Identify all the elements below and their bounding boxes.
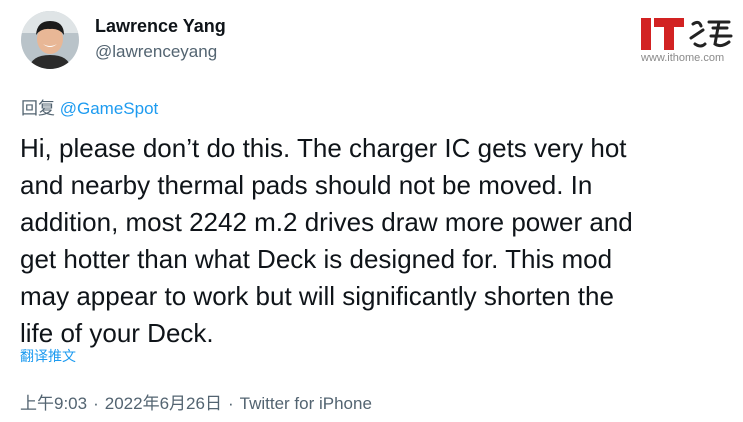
tweet-line: and nearby thermal pads should not be mo… bbox=[20, 170, 593, 200]
tweet-time[interactable]: 上午9:03 bbox=[20, 394, 87, 413]
meta-separator: · bbox=[93, 394, 99, 413]
tweet-line: Hi, please don’t do this. The charger IC… bbox=[20, 133, 627, 163]
reply-mention-link[interactable]: @GameSpot bbox=[60, 99, 159, 118]
translate-tweet-link[interactable]: 翻译推文 bbox=[20, 346, 76, 366]
tweet-line: get hotter than what Deck is designed fo… bbox=[20, 244, 613, 274]
avatar-image bbox=[21, 11, 79, 69]
meta-separator: · bbox=[227, 394, 234, 413]
tweet-line: life of your Deck. bbox=[20, 318, 214, 348]
tweet-metadata: 上午9:03 · 2022年6月26日 · Twitter for iPhone bbox=[20, 389, 372, 414]
tweet-source[interactable]: Twitter for iPhone bbox=[240, 394, 372, 413]
author-name[interactable]: Lawrence Yang bbox=[95, 16, 226, 37]
reply-context: 回复 @GameSpot bbox=[21, 94, 158, 119]
tweet-line: addition, most 2242 m.2 drives draw more… bbox=[20, 207, 633, 237]
reply-prefix: 回复 bbox=[21, 99, 55, 118]
tweet-line: may appear to work but will significantl… bbox=[20, 281, 614, 311]
watermark-url: www.ithome.com bbox=[641, 52, 725, 64]
tweet-text: Hi, please don’t do this. The charger IC… bbox=[20, 130, 735, 352]
author-handle[interactable]: @lawrenceyang bbox=[95, 42, 217, 62]
avatar[interactable] bbox=[21, 11, 79, 69]
tweet-date[interactable]: 2022年6月26日 bbox=[105, 394, 222, 413]
